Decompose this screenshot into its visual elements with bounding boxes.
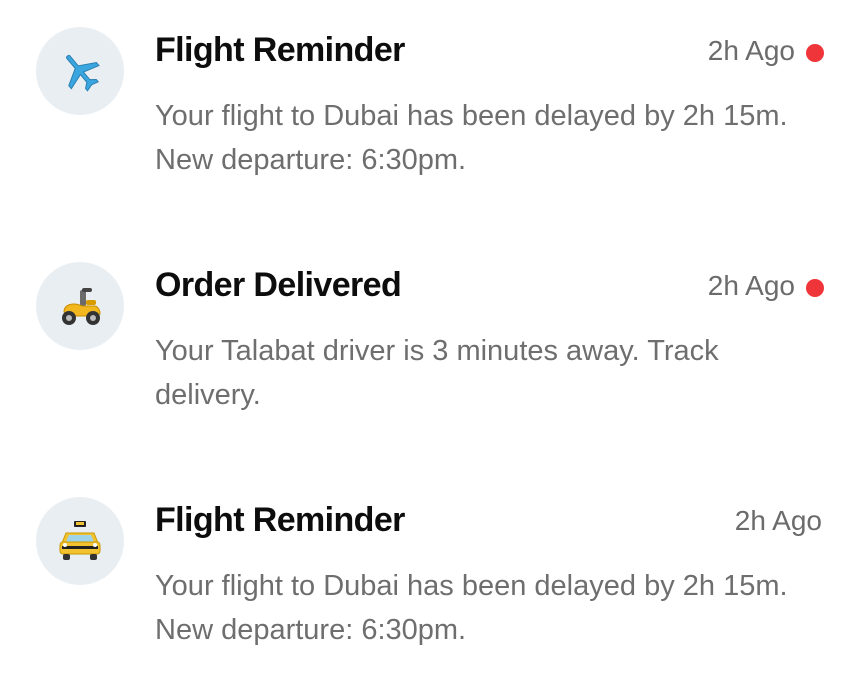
notification-time: 2h Ago: [734, 505, 822, 536]
unread-dot: [806, 44, 824, 62]
notification-message: Your flight to Dubai has been delayed by…: [155, 100, 788, 176]
notification-avatar: [36, 497, 124, 585]
notification-avatar: [36, 27, 124, 115]
notification-time: 2h Ago: [707, 270, 795, 301]
notification-message: Your Talabat driver is 3 minutes away. T…: [155, 335, 719, 411]
scooter-icon: [56, 284, 104, 328]
airplane-icon: [58, 49, 102, 93]
notification-title: Flight Reminder: [155, 31, 405, 69]
notification-message: Your flight to Dubai has been delayed by…: [155, 570, 788, 646]
unread-dot: [806, 279, 824, 297]
notification-avatar: [36, 262, 124, 350]
notification-item[interactable]: Flight Reminder 2h Ago Your flight to Du…: [0, 495, 860, 675]
notification-item[interactable]: Flight Reminder 2h Ago Your flight to Du…: [0, 25, 860, 205]
notification-list: Flight Reminder 2h Ago Your flight to Du…: [0, 0, 860, 668]
taxi-icon: [56, 519, 104, 563]
notification-time: 2h Ago: [707, 35, 795, 66]
notification-title: Order Delivered: [155, 266, 402, 304]
notification-title: Flight Reminder: [155, 501, 405, 539]
notification-item[interactable]: Order Delivered 2h Ago Your Talabat driv…: [0, 260, 860, 440]
